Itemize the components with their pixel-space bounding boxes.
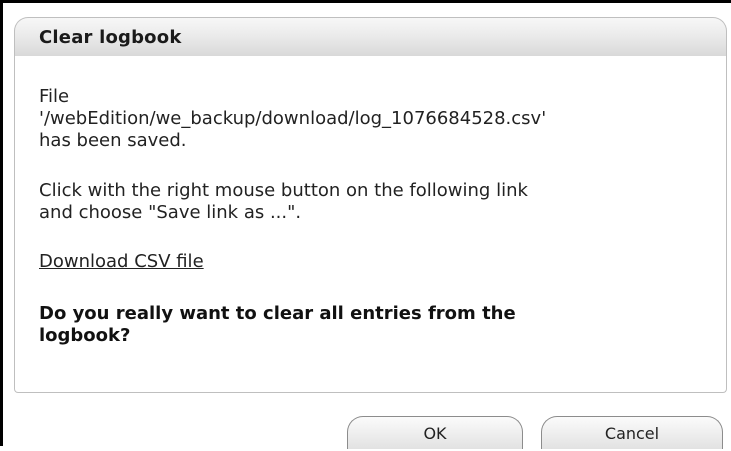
dialog-title-bar: Clear logbook <box>14 17 727 56</box>
dialog-title: Clear logbook <box>39 27 182 48</box>
file-path: '/webEdition/we_backup/download/log_1076… <box>39 108 547 129</box>
confirm-question: Do you really want to clear all entries … <box>39 303 679 347</box>
download-instructions: Click with the right mouse button on the… <box>39 180 719 224</box>
question-line-2: logbook? <box>39 325 131 346</box>
file-saved-status: has been saved. <box>39 130 187 151</box>
instruction-line-1: Click with the right mouse button on the… <box>39 180 528 201</box>
dialog-content: File '/webEdition/we_backup/download/log… <box>14 56 727 393</box>
ok-button[interactable]: OK <box>347 416 523 449</box>
cancel-button[interactable]: Cancel <box>541 416 723 449</box>
question-line-1: Do you really want to clear all entries … <box>39 303 516 324</box>
dialog-window: Clear logbook File '/webEdition/we_backu… <box>0 0 731 449</box>
instruction-line-2: and choose "Save link as ...". <box>39 202 302 223</box>
download-csv-link[interactable]: Download CSV file <box>39 251 204 272</box>
file-label: File <box>39 86 70 107</box>
file-saved-message: File '/webEdition/we_backup/download/log… <box>39 86 719 152</box>
